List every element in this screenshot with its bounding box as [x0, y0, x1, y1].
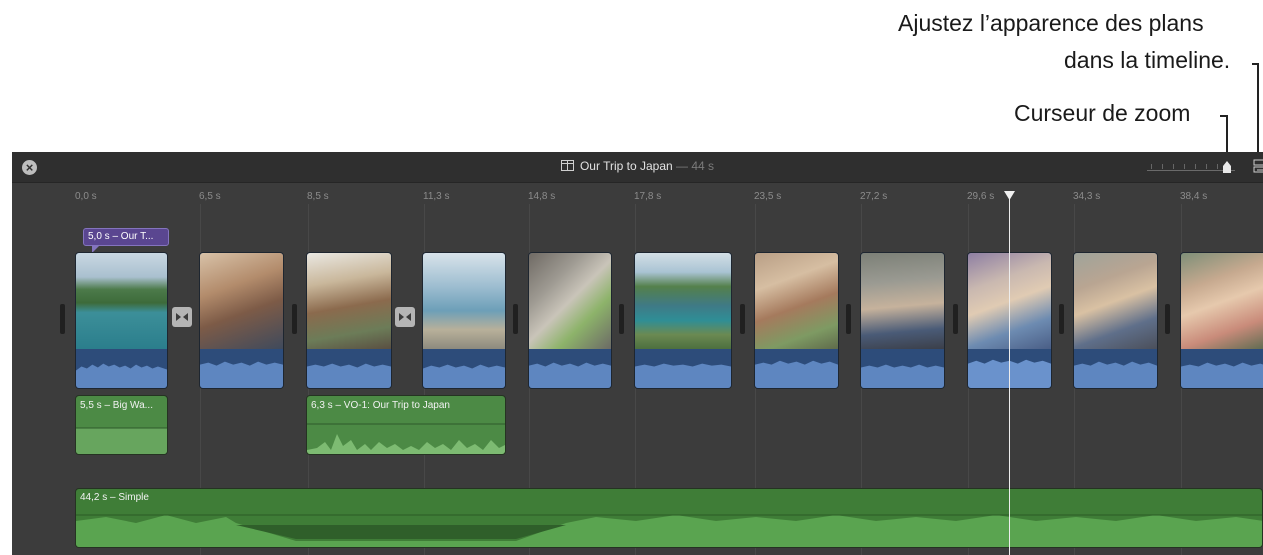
title-clip[interactable]: 5,0 s – Our T... — [83, 228, 169, 246]
transition-icon[interactable] — [172, 307, 192, 327]
clip-separator[interactable] — [60, 304, 65, 334]
waveform-shape — [1181, 362, 1263, 388]
video-clip-child-smile[interactable] — [1180, 252, 1263, 389]
clip-audio-waveform — [755, 349, 838, 388]
clip-separator[interactable] — [1059, 304, 1064, 334]
clip-audio-waveform — [1181, 349, 1263, 388]
transition-glyph — [399, 313, 411, 321]
clip-audio-waveform — [76, 349, 167, 388]
annotation-appearance-leader-tick — [1252, 63, 1258, 65]
video-clip-coast[interactable] — [634, 252, 732, 389]
clip-audio-waveform — [635, 349, 731, 388]
annotation-zoom: Curseur de zoom — [1014, 100, 1191, 126]
video-clip-beach[interactable] — [75, 252, 168, 389]
clip-thumbnail — [200, 253, 283, 349]
clip-separator[interactable] — [846, 304, 851, 334]
clip-audio-waveform — [423, 349, 505, 388]
sound-effect-waveform — [76, 427, 167, 454]
background-music-label: 44,2 s – Simple — [80, 492, 149, 503]
zoom-tick — [1151, 164, 1152, 169]
clip-thumbnail — [307, 253, 391, 349]
voiceover-waveform — [307, 423, 505, 454]
clip-audio-waveform — [861, 349, 944, 388]
clip-audio-waveform — [200, 349, 283, 388]
zoom-tick — [1195, 164, 1196, 169]
zoom-tick — [1206, 164, 1207, 169]
ruler-label: 14,8 s — [528, 191, 556, 202]
film-strip-icon — [560, 160, 574, 171]
timeline-panel[interactable]: × Our Trip to Japan — 44 s 0,0 s 6,5 s 8… — [12, 152, 1263, 555]
waveform-shape — [423, 364, 505, 388]
background-music-clip[interactable]: 44,2 s – Simple — [75, 488, 1263, 548]
playhead[interactable] — [1009, 192, 1010, 555]
sound-effect-clip[interactable]: 5,5 s – Big Wa... — [75, 395, 168, 455]
clip-thumbnail — [1181, 253, 1263, 349]
clip-appearance-icon[interactable] — [1253, 159, 1263, 174]
ruler-label: 0,0 s — [75, 191, 97, 202]
zoom-knob[interactable] — [1222, 161, 1232, 173]
zoom-tick — [1162, 164, 1163, 169]
ruler-label: 17,8 s — [634, 191, 662, 202]
clip-audio-waveform — [529, 349, 611, 388]
clip-separator[interactable] — [513, 304, 518, 334]
voiceover-clip[interactable]: 6,3 s – VO-1: Our Trip to Japan — [306, 395, 506, 455]
waveform-shape — [307, 363, 391, 388]
clip-separator[interactable] — [740, 304, 745, 334]
video-clip-father-child[interactable] — [199, 252, 284, 389]
ruler-label: 34,3 s — [1073, 191, 1101, 202]
clip-thumbnail — [755, 253, 838, 349]
clip-separator[interactable] — [1165, 304, 1170, 334]
zoom-tick — [1184, 164, 1185, 169]
ruler-label: 29,6 s — [967, 191, 995, 202]
zoom-tick — [1173, 164, 1174, 169]
zoom-slider[interactable] — [1147, 160, 1235, 174]
video-clip-bench[interactable] — [860, 252, 945, 389]
waveform-shape — [529, 362, 611, 388]
playhead-handle[interactable] — [1004, 191, 1015, 200]
clip-thumbnail — [529, 253, 611, 349]
waveform-shape — [76, 363, 167, 388]
clip-audio-waveform — [307, 349, 391, 388]
waveform-shape — [861, 364, 944, 388]
video-clip-pier[interactable] — [422, 252, 506, 389]
waveform-shape — [635, 363, 731, 388]
project-title-area: Our Trip to Japan — 44 s — [12, 159, 1263, 173]
clip-thumbnail — [861, 253, 944, 349]
video-clip-playground[interactable] — [306, 252, 392, 389]
transition-glyph — [176, 313, 188, 321]
voiceover-label: 6,3 s – VO-1: Our Trip to Japan — [311, 400, 450, 411]
timeline-titlebar: × Our Trip to Japan — 44 s — [12, 152, 1263, 183]
clip-separator[interactable] — [292, 304, 297, 334]
waveform-shape — [200, 361, 283, 388]
clip-thumbnail — [635, 253, 731, 349]
background-music-waveform — [76, 514, 1262, 547]
clip-thumbnail — [1074, 253, 1157, 349]
ruler-label: 11,3 s — [423, 191, 450, 202]
waveform-shape — [1074, 361, 1157, 388]
ruler-label: 8,5 s — [307, 191, 329, 202]
clip-separator[interactable] — [619, 304, 624, 334]
annotation-appearance-line1: Ajustez l’apparence des plans — [898, 10, 1204, 36]
project-duration: — 44 s — [676, 159, 715, 173]
zoom-tick — [1217, 164, 1218, 169]
annotation-appearance-line2: dans la timeline. — [1064, 47, 1231, 73]
sound-effect-label: 5,5 s – Big Wa... — [80, 400, 153, 411]
project-title: Our Trip to Japan — [579, 159, 673, 173]
video-clip-slide[interactable] — [528, 252, 612, 389]
video-clip-father-ice-cream[interactable] — [1073, 252, 1158, 389]
transition-icon[interactable] — [395, 307, 415, 327]
clip-thumbnail — [76, 253, 167, 349]
ruler-label: 6,5 s — [199, 191, 221, 202]
video-clip-mother-child[interactable] — [754, 252, 839, 389]
ruler-label: 38,4 s — [1180, 191, 1208, 202]
ruler-label: 27,2 s — [860, 191, 888, 202]
clip-thumbnail — [423, 253, 505, 349]
annotation-zoom-leader-tick — [1220, 115, 1227, 117]
ruler-label: 23,5 s — [754, 191, 782, 202]
clip-separator[interactable] — [953, 304, 958, 334]
clip-audio-waveform — [1074, 349, 1157, 388]
waveform-shape — [755, 360, 838, 388]
